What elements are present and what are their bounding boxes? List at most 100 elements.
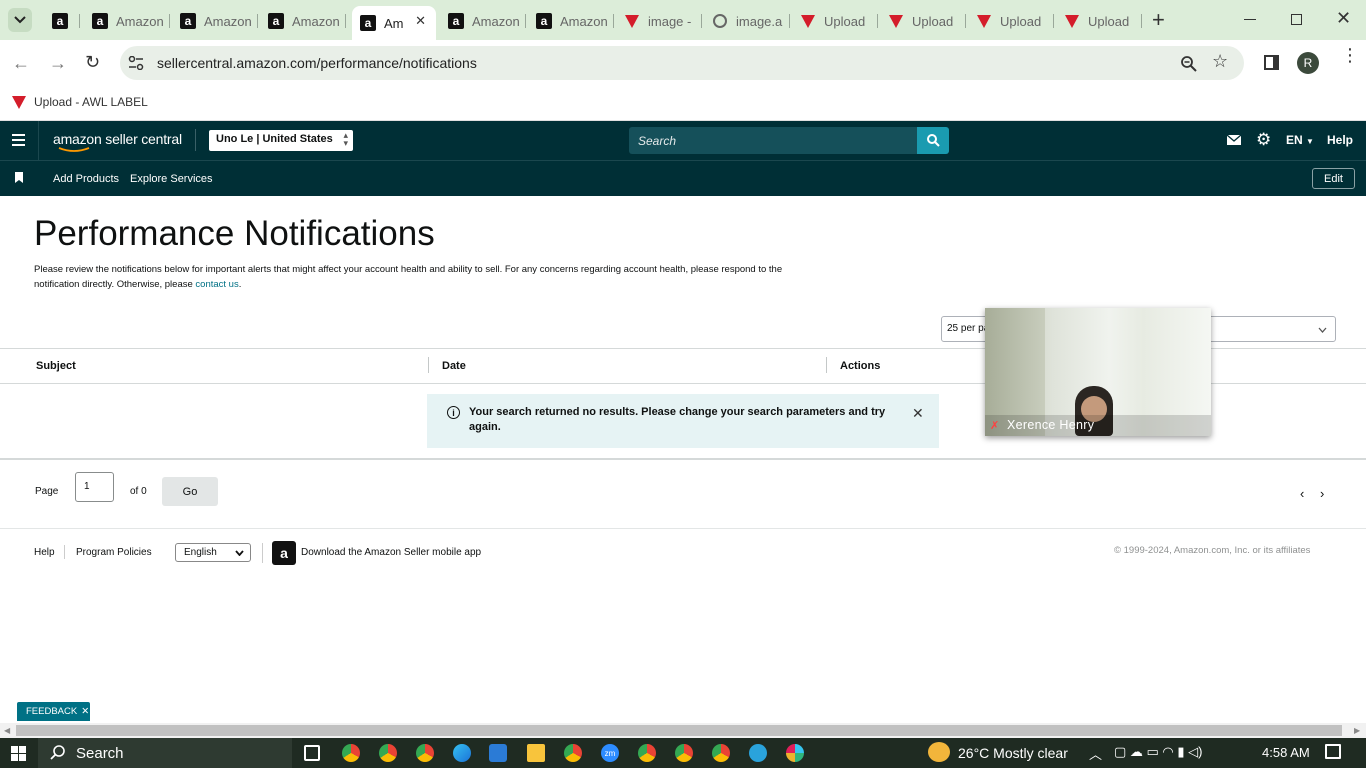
feedback-button[interactable]: FEEDBACK ✕ [17,702,90,721]
browser-tab[interactable]: a Amazon [528,8,614,34]
zoom-app-icon[interactable]: zm [601,744,619,762]
notifications-icon[interactable] [1325,744,1341,759]
tray-icons[interactable]: ▢ ☁ ▭ ◠ ▮ ◁) [1114,744,1202,760]
nav-explore-services[interactable]: Explore Services [130,173,213,185]
scrollbar-thumb[interactable] [16,725,1342,736]
scroll-left-icon[interactable]: ◀ [4,726,10,735]
tab-label: Amazon [472,13,520,29]
telegram-icon[interactable] [749,744,767,762]
amazon-icon: a [536,13,552,29]
horizontal-scrollbar[interactable]: ◀ ▶ [0,723,1366,738]
store-icon[interactable] [489,744,507,762]
description-end: . [238,279,242,290]
go-button[interactable]: Go [162,477,218,506]
close-alert-icon[interactable]: ✕ [912,405,924,422]
next-page-icon[interactable]: › [1320,486,1324,501]
hamburger-menu-icon[interactable] [12,134,25,146]
search-input[interactable]: Search [629,127,919,154]
amazon-seller-central-logo[interactable]: amazon seller central [53,131,182,147]
amazon-seller-app-icon[interactable]: a [272,541,296,565]
video-call-overlay[interactable]: ✗ Xerence Henry [985,308,1211,436]
search-button[interactable] [917,127,949,154]
browser-tab[interactable]: Upload [968,8,1054,34]
profile-avatar[interactable]: R [1297,52,1319,74]
footer-help-link[interactable]: Help [34,547,55,558]
bookmark-pin-icon[interactable] [15,172,23,183]
tab-label: Am [384,15,404,31]
browser-tab[interactable]: a Am ✕ [352,6,436,40]
settings-gear-icon[interactable]: ⚙ [1256,130,1271,150]
close-window-icon[interactable]: ✕ [1336,8,1351,29]
forward-icon[interactable]: → [49,53,67,74]
bookmark-star-icon[interactable]: ☆ [1212,51,1228,72]
footer-program-policies-link[interactable]: Program Policies [76,547,152,558]
weather-text[interactable]: 26°C Mostly clear [958,745,1068,761]
chrome-icon[interactable] [712,744,730,762]
awl-icon [976,13,992,29]
chrome-icon[interactable] [638,744,656,762]
chrome-icon[interactable] [342,744,360,762]
column-date[interactable]: Date [442,360,466,372]
footer-language-select[interactable]: English [175,543,251,562]
reload-icon[interactable]: ↻ [85,52,100,73]
tab-separator [1141,14,1142,28]
back-icon[interactable]: ← [12,53,30,74]
tab-search-button[interactable] [8,8,32,32]
chrome-icon[interactable] [564,744,582,762]
page-number-input[interactable]: 1 [75,472,114,502]
minimize-icon[interactable] [1244,19,1256,20]
account-switcher[interactable]: Uno Le | United States ▴ ▾ [209,130,353,151]
tab-separator [701,14,702,28]
close-tab-icon[interactable]: ✕ [415,13,426,29]
footer-language-value: English [184,547,217,558]
task-view-icon[interactable] [304,745,320,761]
browser-tab[interactable]: image - [616,8,702,34]
browser-tab[interactable]: image.a [704,8,790,34]
awl-icon [888,13,904,29]
chrome-icon[interactable] [416,744,434,762]
column-actions: Actions [840,360,881,372]
browser-tab[interactable]: a [44,8,80,34]
scroll-right-icon[interactable]: ▶ [1354,726,1360,735]
chrome-icon[interactable] [379,744,397,762]
browser-tab[interactable]: a Amazon [440,8,526,34]
omnibox[interactable]: sellercentral.amazon.com/performance/not… [120,46,1244,80]
tab-label: Amazon [116,13,164,29]
show-hidden-icons[interactable]: ︿ [1089,744,1102,763]
browser-tab[interactable]: a Amazon [172,8,258,34]
taskbar-search[interactable]: Search [38,738,292,768]
language-selector[interactable]: EN ▼ [1286,133,1314,147]
new-tab-icon[interactable]: + [1152,9,1165,31]
restore-icon[interactable] [1291,14,1302,25]
nav-add-products[interactable]: Add Products [53,173,119,185]
browser-tab[interactable]: Upload [1056,8,1142,34]
zoom-icon[interactable] [1181,56,1197,72]
help-link[interactable]: Help [1327,133,1353,147]
edit-nav-button[interactable]: Edit [1312,168,1355,189]
prev-page-icon[interactable]: ‹ [1300,486,1304,501]
url-text[interactable]: sellercentral.amazon.com/performance/not… [157,55,477,71]
browser-tab[interactable]: a Amazon [260,8,346,34]
chrome-icon[interactable] [675,744,693,762]
clock[interactable]: 4:58 AM [1262,745,1310,760]
column-subject[interactable]: Subject [36,360,76,372]
browser-tab[interactable]: a Amazon [84,8,170,34]
bookmark-upload-awl[interactable]: Upload - AWL LABEL [12,95,148,109]
browser-tab[interactable]: Upload [792,8,878,34]
download-app-link[interactable]: Download the Amazon Seller mobile app [301,547,481,558]
menu-kebab-icon[interactable]: ⋮ [1341,46,1359,64]
site-settings-icon[interactable] [128,56,144,70]
tab-separator [79,14,80,28]
edge-icon[interactable] [453,744,471,762]
side-panel-icon[interactable] [1264,55,1279,70]
search-icon [926,134,940,147]
mail-icon[interactable] [1227,135,1241,145]
browser-tab[interactable]: Upload [880,8,966,34]
slack-icon[interactable] [786,744,804,762]
weather-icon[interactable] [928,742,950,762]
close-feedback-icon[interactable]: ✕ [81,706,89,717]
contact-us-link[interactable]: contact us [195,279,238,290]
file-explorer-icon[interactable] [527,744,545,762]
windows-start-icon[interactable] [11,746,26,761]
tab-separator [1053,14,1054,28]
